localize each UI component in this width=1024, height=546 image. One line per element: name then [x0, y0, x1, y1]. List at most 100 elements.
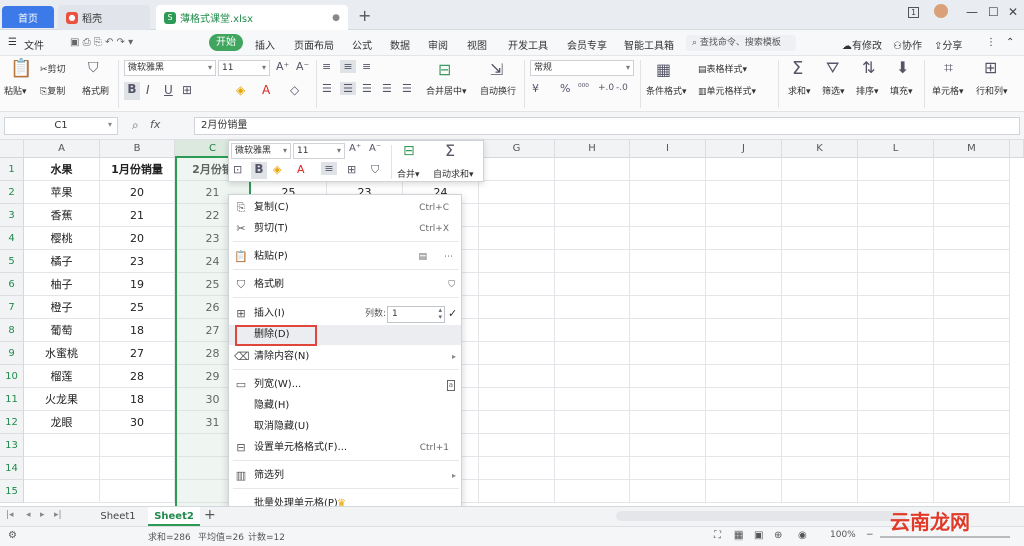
table-cell[interactable] — [858, 158, 934, 181]
table-cell[interactable] — [100, 457, 175, 480]
table-cell[interactable] — [630, 158, 706, 181]
table-cell[interactable] — [706, 365, 782, 388]
italic-icon[interactable]: I — [146, 83, 150, 97]
table-cell[interactable] — [782, 158, 858, 181]
table-cell[interactable]: 20 — [100, 227, 175, 250]
table-cell[interactable] — [782, 319, 858, 342]
col-header-g[interactable]: G — [479, 140, 555, 158]
table-cell[interactable] — [555, 181, 630, 204]
table-cell[interactable]: 20 — [100, 181, 175, 204]
table-cell[interactable] — [630, 319, 706, 342]
table-cell[interactable]: 21 — [100, 204, 175, 227]
table-cell[interactable] — [858, 227, 934, 250]
row-header[interactable]: 10 — [0, 365, 24, 388]
brush-icon[interactable]: ⛉ — [371, 163, 379, 177]
table-cell[interactable] — [706, 342, 782, 365]
eye-icon[interactable]: ◉ — [798, 530, 807, 541]
fill-color-icon[interactable]: ◈ — [273, 163, 281, 176]
table-cell[interactable] — [555, 480, 630, 503]
table-cell[interactable] — [934, 411, 1010, 434]
row-header[interactable]: 9 — [0, 342, 24, 365]
col-width-sub-icon[interactable]: a — [446, 380, 455, 391]
underline-icon[interactable]: U — [164, 83, 173, 97]
table-cell[interactable] — [630, 411, 706, 434]
table-cell[interactable] — [479, 342, 555, 365]
menu-item-hide[interactable]: 隐藏(H) — [229, 396, 461, 416]
table-cell[interactable] — [706, 296, 782, 319]
col-header-b[interactable]: B — [100, 140, 175, 158]
number-format-select[interactable]: 常规 ▾ — [530, 60, 634, 76]
col-header-l[interactable]: L — [858, 140, 934, 158]
currency-icon[interactable]: ¥ — [532, 82, 539, 95]
zoom-icon[interactable]: ⌕ — [132, 118, 139, 133]
table-cell[interactable] — [782, 365, 858, 388]
table-cell[interactable] — [479, 227, 555, 250]
menu-item-format-painter[interactable]: ⛉ 格式刷 ⛉ — [229, 275, 461, 295]
table-cell[interactable] — [706, 434, 782, 457]
table-cell[interactable] — [630, 273, 706, 296]
paste-special-icon[interactable]: ▤ — [418, 247, 427, 267]
col-header-i[interactable]: I — [630, 140, 706, 158]
table-cell[interactable]: 28 — [100, 365, 175, 388]
row-header[interactable]: 11 — [0, 388, 24, 411]
table-cell[interactable] — [630, 181, 706, 204]
menu-page-layout[interactable]: 页面布局 — [294, 37, 334, 52]
col-header-k[interactable]: K — [782, 140, 858, 158]
font-grow-icon[interactable]: A⁺ — [349, 143, 361, 154]
more-icon[interactable]: ⋯ — [444, 247, 453, 267]
menu-item-cut[interactable]: ✂ 剪切(T) Ctrl+X — [229, 219, 461, 239]
table-cell[interactable]: 橘子 — [24, 250, 100, 273]
sheet-nav-prev-icon[interactable]: ◂ — [26, 510, 31, 520]
table-cell[interactable] — [479, 181, 555, 204]
table-cell[interactable] — [706, 250, 782, 273]
table-cell[interactable]: 苹果 — [24, 181, 100, 204]
table-cell[interactable] — [555, 457, 630, 480]
table-cell[interactable] — [782, 388, 858, 411]
table-cell[interactable] — [630, 388, 706, 411]
table-cell[interactable] — [858, 273, 934, 296]
sheet-nav-last-icon[interactable]: ▸| — [54, 510, 62, 520]
row-header[interactable]: 8 — [0, 319, 24, 342]
table-cell[interactable] — [706, 204, 782, 227]
table-cell[interactable] — [706, 181, 782, 204]
font-size-select[interactable]: 11 ▾ — [218, 60, 270, 76]
table-cell[interactable] — [858, 342, 934, 365]
stepper-arrows-icon[interactable]: ▴ ▾ — [438, 307, 442, 321]
filter-icon[interactable]: ⛛ — [826, 58, 839, 78]
percent-icon[interactable]: % — [560, 82, 570, 95]
rowcol-icon[interactable]: ⊞ — [984, 58, 997, 77]
formula-input[interactable]: 2月份销量 — [194, 117, 1020, 135]
sum-icon[interactable]: Σ — [445, 141, 455, 160]
menu-view[interactable]: 视图 — [467, 37, 487, 52]
cut-button[interactable]: ✂剪切 — [40, 62, 66, 75]
new-tab-icon[interactable]: + — [358, 6, 371, 25]
page-view-icon[interactable]: ▣ — [754, 530, 763, 541]
row-header[interactable]: 15 — [0, 480, 24, 503]
sort-icon[interactable]: ⇅ — [862, 58, 875, 77]
thousands-icon[interactable]: ⁰⁰⁰ — [578, 83, 589, 93]
row-header[interactable]: 3 — [0, 204, 24, 227]
format-painter-sub-icon[interactable]: ⛉ — [448, 275, 455, 295]
table-cell[interactable] — [479, 480, 555, 503]
paste-icon[interactable]: 📋 — [10, 58, 32, 79]
table-cell[interactable] — [858, 388, 934, 411]
minimize-icon[interactable]: — — [966, 5, 978, 19]
font-color-icon[interactable]: A — [297, 163, 305, 176]
bold-icon[interactable]: B — [124, 82, 140, 100]
table-cell[interactable] — [706, 411, 782, 434]
sum-button[interactable]: 求和▾ — [788, 84, 811, 97]
table-cell[interactable] — [555, 365, 630, 388]
table-cell[interactable] — [479, 296, 555, 319]
distribute-icon[interactable]: ☰ — [402, 82, 412, 95]
fill-button[interactable]: 填充▾ — [890, 84, 913, 97]
table-cell[interactable] — [858, 365, 934, 388]
sheet-tab-1[interactable]: Sheet1 — [92, 507, 144, 526]
mini-autosum-button[interactable]: 自动求和▾ — [433, 167, 474, 180]
table-cell[interactable] — [782, 204, 858, 227]
cell-style-button[interactable]: ▥单元格样式▾ — [698, 84, 756, 97]
table-cell[interactable] — [934, 319, 1010, 342]
fill-color-icon[interactable]: ◈ — [236, 83, 245, 97]
table-cell[interactable]: 18 — [100, 319, 175, 342]
align-middle-icon[interactable]: ≡ — [340, 60, 356, 73]
table-cell[interactable] — [934, 388, 1010, 411]
